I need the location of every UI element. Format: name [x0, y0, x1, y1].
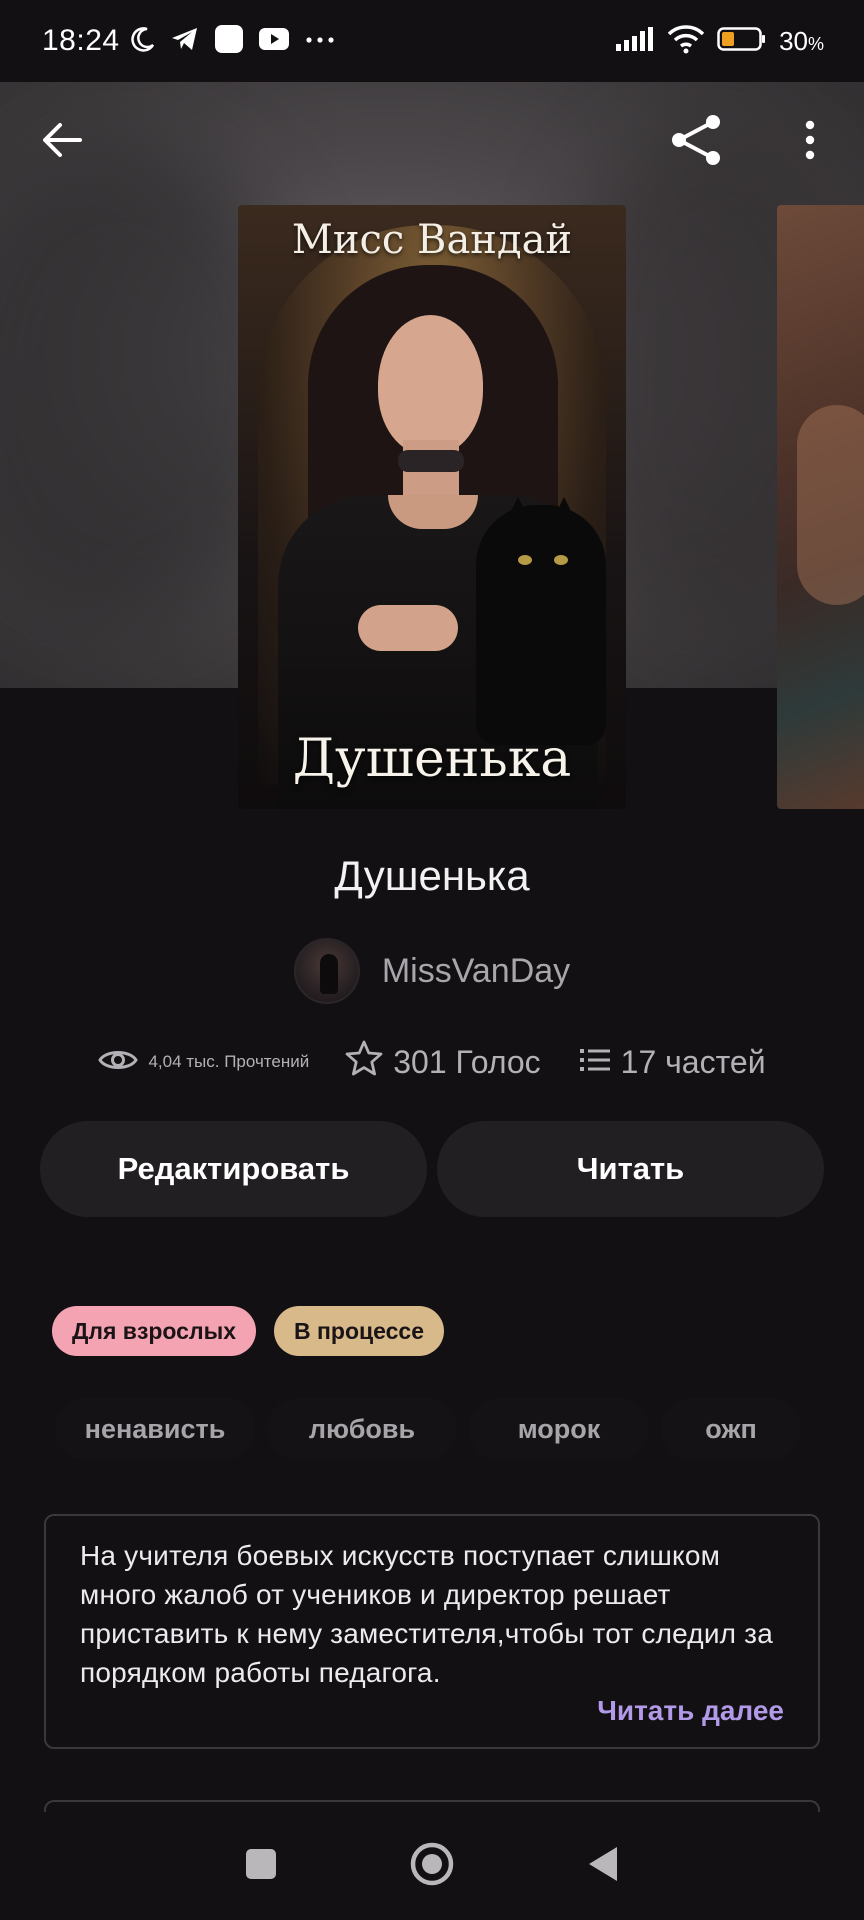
- tag-chip[interactable]: ненависть: [55, 1398, 255, 1460]
- parts-stat[interactable]: 17 частей: [579, 1044, 766, 1081]
- reads-stat: 4,04 тыс. Прочтений: [98, 1047, 309, 1078]
- reads-count: 4,04 тыс. Прочтений: [148, 1052, 310, 1071]
- list-icon: [579, 1044, 611, 1081]
- tag-chip[interactable]: любовь: [267, 1398, 457, 1460]
- book-title: Душенька: [334, 852, 530, 899]
- signal-icon: [615, 26, 655, 57]
- eye-icon: [98, 1047, 139, 1078]
- tag-chip[interactable]: ожп: [661, 1398, 801, 1460]
- share-button[interactable]: [666, 112, 726, 172]
- system-nav-bar: [0, 1812, 864, 1920]
- next-book-cover[interactable]: [777, 205, 864, 809]
- edit-button[interactable]: Редактировать: [40, 1121, 427, 1217]
- tag-chip[interactable]: морок: [469, 1398, 649, 1460]
- mature-badge: Для взрослых: [52, 1306, 257, 1356]
- parts-count: 17 частей: [620, 1043, 766, 1080]
- status-time: 18:24: [42, 24, 120, 57]
- cover-author-text: Мисс Вандай: [291, 217, 573, 263]
- battery-icon: [717, 26, 767, 57]
- telegram-icon: [170, 26, 200, 57]
- description-card[interactable]: На учителя боевых искусств поступает сли…: [44, 1514, 820, 1749]
- more-options-button[interactable]: [780, 112, 840, 172]
- votes-stat: 301 Голос: [345, 1040, 541, 1084]
- home-button[interactable]: [409, 1841, 455, 1892]
- book-stats: 4,04 тыс. Прочтений 301 Голос 17 частей: [0, 1040, 864, 1084]
- votes-count: 301 Голос: [393, 1043, 541, 1080]
- author-name[interactable]: MissVanDay: [382, 952, 570, 991]
- read-more-link[interactable]: Читать далее: [597, 1695, 784, 1727]
- author-avatar[interactable]: [293, 938, 360, 1004]
- status-badge: В процессе: [274, 1306, 445, 1356]
- back-button[interactable]: [32, 112, 92, 172]
- app-icon: [214, 24, 244, 59]
- author-row[interactable]: MissVanDay: [0, 938, 864, 1004]
- status-bar: 18:24 30%: [0, 0, 864, 82]
- recents-button[interactable]: [243, 1846, 279, 1887]
- wifi-icon: [667, 24, 705, 59]
- cat-illustration: [476, 497, 606, 745]
- star-icon: [345, 1040, 383, 1084]
- more-vertical-icon: [804, 120, 816, 165]
- back-nav-button[interactable]: [585, 1844, 621, 1889]
- book-cover[interactable]: Мисс Вандай Душенька: [238, 205, 626, 809]
- moon-icon: [130, 26, 156, 57]
- read-button[interactable]: Читать: [437, 1121, 824, 1217]
- battery-percent: 30%: [779, 25, 824, 56]
- youtube-icon: [258, 27, 290, 56]
- cover-title-text: Душенька: [292, 729, 572, 789]
- tags-row[interactable]: ненависть любовь морок ожп: [55, 1398, 801, 1460]
- badges-row: Для взрослых В процессе: [52, 1306, 445, 1356]
- description-text: На учителя боевых искусств поступает сли…: [80, 1540, 773, 1688]
- arrow-left-icon: [42, 122, 82, 163]
- share-icon: [668, 113, 724, 172]
- more-dots-icon: [304, 32, 336, 50]
